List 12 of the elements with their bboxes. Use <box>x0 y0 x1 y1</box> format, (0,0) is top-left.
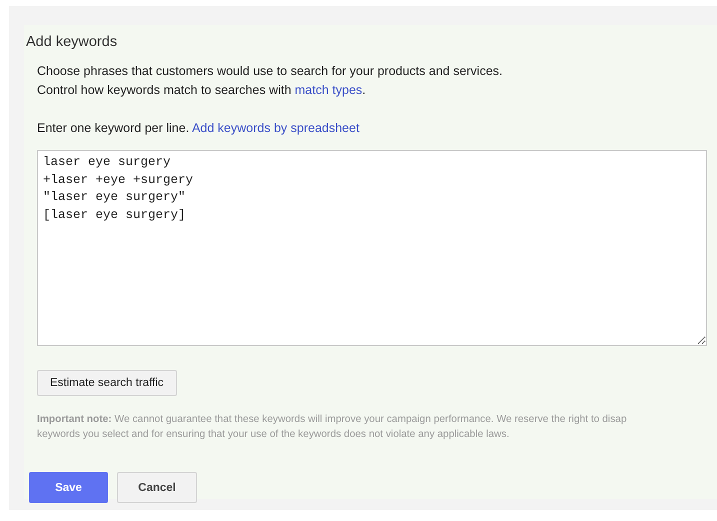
cancel-button[interactable]: Cancel <box>117 472 197 503</box>
spreadsheet-link[interactable]: Add keywords by spreadsheet <box>192 121 360 135</box>
note-text: keywords you select and for ensuring that your use of the keywords does not violate any applicable laws. <box>37 428 510 442</box>
intro-text: Choose phrases that customers would use to search for your products and services. <box>37 63 503 80</box>
estimate-traffic-button[interactable]: Estimate search traffic <box>37 370 177 396</box>
match-types-link[interactable]: match types <box>294 83 362 97</box>
section-title: Add keywords <box>26 34 118 50</box>
keywords-field[interactable]: laser eye surgery +laser +eye +surgery "laser eye surgery" [laser eye surgery] <box>37 150 707 346</box>
note-text: Important note: We cannot guarantee that these keywords will improve your campaign performance. We reserve the right to disap <box>37 413 627 427</box>
instruction-text: Enter one keyword per line. Add keywords by spreadsheet <box>37 120 360 137</box>
save-button[interactable]: Save <box>29 472 108 503</box>
intro-text: Control how keywords match to searches with match types. <box>37 82 366 99</box>
